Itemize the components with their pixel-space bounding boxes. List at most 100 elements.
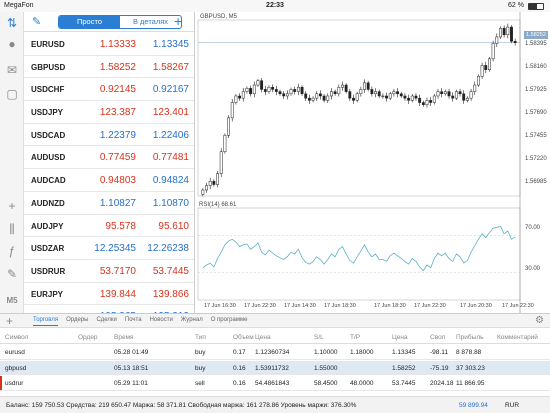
settings-icon[interactable]: ⚙	[535, 314, 544, 328]
chart-canvas[interactable]	[196, 12, 550, 313]
candle-body	[370, 89, 374, 95]
column-header[interactable]: Комментарий	[497, 334, 538, 341]
candle-body	[267, 86, 271, 92]
tab-simple[interactable]: Просто	[59, 16, 120, 28]
edit-icon[interactable]: ✎	[32, 15, 46, 29]
accounts-icon[interactable]: ●	[4, 36, 20, 52]
candle-body	[495, 36, 499, 44]
candle-body	[381, 95, 385, 98]
price-label: 1.56985	[525, 179, 547, 185]
trade-cur: 53.7445	[392, 380, 416, 387]
trade-time: 05.13 18:51	[114, 364, 149, 372]
symbol-row[interactable]: EURUSD 1.13333 1.13345	[24, 33, 194, 56]
candle-body	[499, 27, 502, 38]
symbol-row[interactable]: EURJPY 139.844 139.866	[24, 283, 194, 306]
chat-icon[interactable]: ✉	[4, 62, 20, 78]
candle-body	[366, 82, 370, 90]
column-header[interactable]: Своп	[430, 334, 445, 341]
candle-body	[260, 80, 264, 90]
column-header[interactable]: Цена	[392, 334, 408, 341]
quotes-icon[interactable]: ⇅	[4, 15, 20, 31]
symbol-row[interactable]: GBPUSD 1.58252 1.58267	[24, 56, 194, 79]
column-header[interactable]: T/P	[350, 334, 360, 341]
toolbox-tab[interactable]: Ордеры	[66, 317, 88, 326]
symbol-row[interactable]: AUDJPY 95.578 95.610	[24, 215, 194, 238]
trade-row[interactable]: gbpusd 05.13 18:51 buy 0.16 1.53911732 1.5500…	[0, 360, 550, 375]
candle-body	[454, 91, 458, 99]
trade-row[interactable]: usdrur 05.29 11:01 sell 0.16 54.4861843 58.45…	[0, 376, 550, 391]
timeframe-button[interactable]: M5	[4, 293, 20, 309]
chart-type-icon[interactable]: ⫼	[4, 221, 20, 237]
symbol-row[interactable]: USDRUR 53.7170 53.7445	[24, 260, 194, 283]
candle-body	[363, 82, 366, 90]
candle-body	[414, 95, 418, 99]
candle-body	[278, 91, 282, 95]
new-document-icon[interactable]: ▢	[4, 86, 20, 102]
toolbox-tab[interactable]: Сделки	[96, 317, 116, 326]
trade-time: 05.28 01:49	[114, 349, 149, 356]
candle-body	[447, 91, 451, 97]
toolbox-tab[interactable]: Почта	[125, 317, 142, 326]
candle-body	[403, 95, 407, 99]
column-header[interactable]: Время	[114, 334, 134, 341]
column-header[interactable]: Прибыль	[456, 334, 484, 341]
symbol-name: USDJPY	[31, 108, 64, 118]
symbol-row[interactable]: AUDUSD 0.77459 0.77481	[24, 146, 194, 170]
indicators-icon[interactable]: ƒ	[4, 243, 20, 259]
candle-body	[465, 97, 469, 101]
ask-price: 0.77481	[152, 152, 189, 164]
trade-cur: 1.13345	[392, 349, 416, 356]
candle-body	[359, 89, 363, 95]
candle-body	[355, 93, 359, 101]
trade-row[interactable]: eurusd 05.28 01:49 buy 0.17 1.12360734 1.1000…	[0, 345, 550, 360]
trade-tp: 1.18000	[350, 349, 374, 356]
symbol-row[interactable]: USDCHF 0.92145 0.92167	[24, 78, 194, 102]
price-label: 1.58395	[525, 41, 547, 47]
symbol-row[interactable]: AUDNZD 1.10827 1.10870	[24, 192, 194, 215]
column-header[interactable]: Объем	[233, 334, 254, 341]
column-header[interactable]: Тип	[195, 334, 206, 341]
toolbox-tab[interactable]: Новости	[150, 317, 173, 326]
candle-body	[274, 89, 278, 92]
tab-details[interactable]: В деталях	[120, 16, 181, 28]
candle-body	[480, 65, 484, 77]
symbol-row[interactable]: USDZAR 12.25345 12.26238	[24, 237, 194, 260]
bid-price: 139.844	[99, 288, 136, 300]
trade-swap: 2024.18	[430, 380, 454, 387]
add-symbol-icon[interactable]: +	[174, 14, 182, 28]
candle-body	[396, 91, 400, 95]
new-order-icon[interactable]: +	[6, 314, 13, 328]
column-header[interactable]: Цена	[255, 334, 271, 341]
trade-symbol: usdrur	[5, 380, 24, 387]
time-label: 17 Jun 18:30	[374, 303, 406, 309]
candle-body	[285, 93, 289, 97]
main-plot-frame	[197, 19, 521, 197]
ask-price: 12.26238	[147, 243, 189, 255]
toolbox-tab[interactable]: О программе	[211, 317, 248, 326]
column-header[interactable]: S/L	[314, 334, 324, 341]
candle-body	[388, 93, 392, 99]
column-header[interactable]: Символ	[5, 334, 28, 341]
toolbox-tab[interactable]: Торговля	[33, 317, 59, 326]
column-header[interactable]: Ордер	[78, 334, 98, 341]
objects-icon[interactable]: ✎	[4, 266, 20, 282]
symbol-row[interactable]: USDCAD 1.22379 1.22406	[24, 124, 194, 147]
candle-body	[227, 117, 230, 136]
symbol-row[interactable]: GBPJPY195.265195.312	[24, 305, 194, 313]
toolbox-tab[interactable]: Журнал	[181, 317, 203, 326]
price-chart[interactable]: GBPUSD, M5 RSI(14) 68.61 1.58252 1.58395…	[196, 12, 550, 313]
symbol-row[interactable]: USDJPY 123.387 123.401	[24, 101, 194, 124]
candle-body	[230, 102, 234, 119]
candle-body	[234, 95, 238, 103]
candle-body	[458, 91, 462, 95]
battery-percent: 62 %	[508, 2, 524, 9]
trade-price: 1.12360734	[255, 349, 290, 356]
candle-body	[296, 86, 300, 92]
candle-body	[344, 84, 348, 92]
candle-body	[513, 41, 517, 43]
symbol-name: EURUSD	[31, 40, 65, 49]
crosshair-icon[interactable]: +	[4, 198, 20, 214]
ask-price: 1.10870	[152, 197, 189, 209]
candle-body	[436, 91, 440, 97]
symbol-row[interactable]: AUDCAD 0.94803 0.94824	[24, 169, 194, 192]
